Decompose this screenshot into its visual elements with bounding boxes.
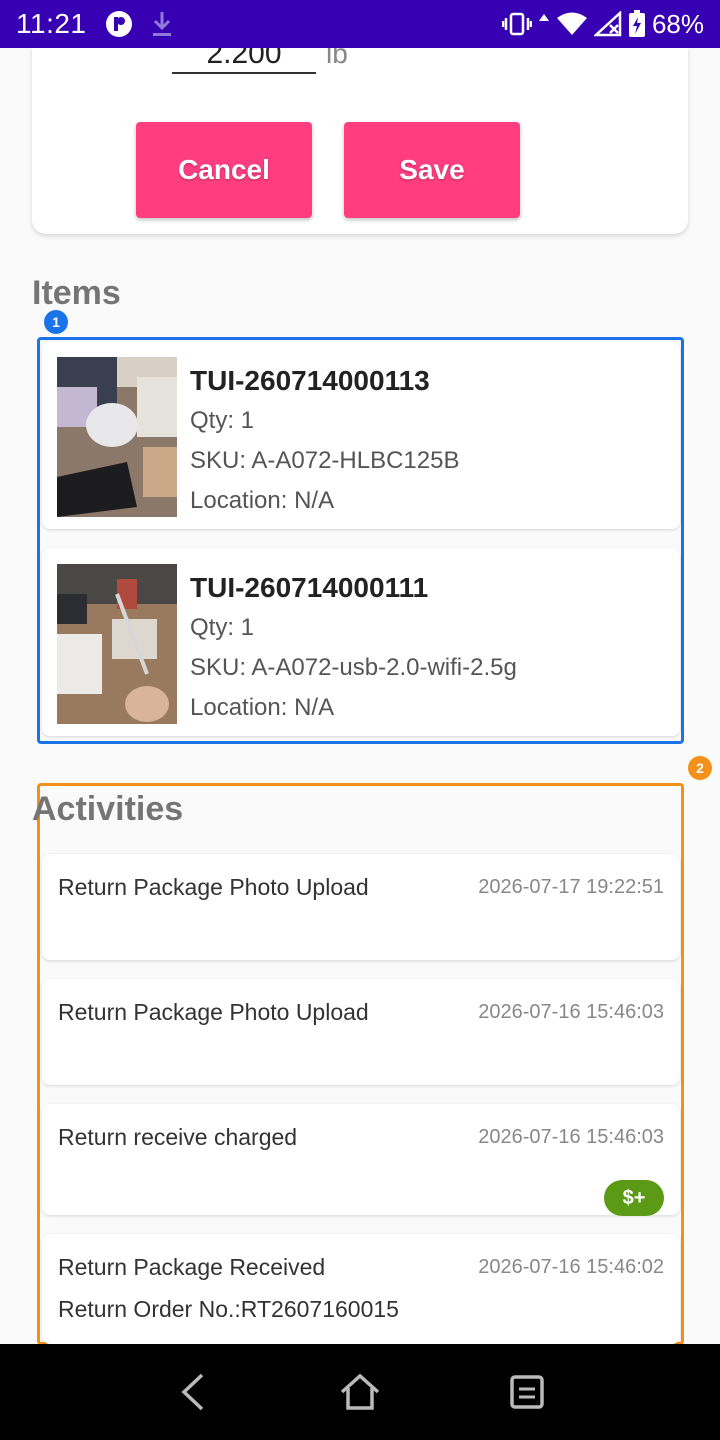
home-icon[interactable] bbox=[330, 1362, 390, 1422]
weight-row: 2.200 lb bbox=[172, 48, 348, 74]
item-id: TUI-260714000113 bbox=[190, 365, 430, 396]
activity-entry[interactable]: Return Package Photo Upload 2026-07-17 1… bbox=[42, 854, 680, 960]
activity-title: Return receive charged bbox=[58, 1124, 298, 1150]
network-badge: 5 bbox=[579, 23, 586, 37]
item-qty: Qty: 1 bbox=[190, 407, 255, 434]
status-time: 11:21 bbox=[16, 8, 87, 39]
status-bar: 11:21 5 68% bbox=[0, 0, 720, 48]
activity-subtitle: Return Order No.:RT2607160015 bbox=[58, 1296, 399, 1322]
activity-time: 2026-07-16 15:46:03 bbox=[478, 1126, 664, 1148]
weight-input[interactable]: 2.200 bbox=[172, 48, 316, 74]
item-details: TUI-260714000113 Qty: 1 SKU: A-A072-HLBC… bbox=[190, 361, 459, 521]
activity-title: Return Package Photo Upload bbox=[58, 999, 369, 1025]
cancel-button[interactable]: Cancel bbox=[136, 122, 312, 218]
activity-title: Return Package Photo Upload bbox=[58, 874, 369, 900]
download-icon bbox=[151, 10, 173, 38]
activities-section-title: Activities bbox=[32, 790, 184, 828]
wifi-icon: 5 bbox=[556, 11, 588, 37]
activity-time: 2026-07-17 19:22:51 bbox=[478, 876, 664, 898]
item-card[interactable]: TUI-260714000111 Qty: 1 SKU: A-A072-usb-… bbox=[42, 548, 680, 736]
signal-icon bbox=[593, 11, 622, 37]
item-sku: SKU: A-A072-usb-2.0-wifi-2.5g bbox=[190, 654, 517, 681]
activity-entry[interactable]: Return receive charged 2026-07-16 15:46:… bbox=[42, 1104, 680, 1216]
item-photo[interactable] bbox=[57, 357, 177, 517]
activities-marker: 2 bbox=[688, 756, 712, 780]
battery-percent: 68% bbox=[651, 8, 704, 39]
item-card[interactable]: TUI-260714000113 Qty: 1 SKU: A-A072-HLBC… bbox=[42, 341, 680, 529]
save-button[interactable]: Save bbox=[344, 122, 520, 218]
data-arrows-icon bbox=[538, 11, 550, 37]
activity-time: 2026-07-16 15:46:02 bbox=[478, 1256, 664, 1278]
activity-entry[interactable]: Return Package Received 2026-07-16 15:46… bbox=[42, 1234, 680, 1344]
items-section-title: Items bbox=[32, 274, 121, 312]
vibrate-icon bbox=[501, 11, 532, 37]
items-list: TUI-260714000113 Qty: 1 SKU: A-A072-HLBC… bbox=[37, 337, 684, 744]
item-details: TUI-260714000111 Qty: 1 SKU: A-A072-usb-… bbox=[190, 568, 517, 728]
app-notification-icon bbox=[105, 10, 133, 38]
activity-time: 2026-07-16 15:46:03 bbox=[478, 1001, 664, 1023]
item-sku: SKU: A-A072-HLBC125B bbox=[190, 447, 460, 474]
page-content: 2.200 lb Cancel Save Items 1 TUI-2607140… bbox=[0, 48, 720, 1344]
system-nav-bar bbox=[0, 1344, 720, 1440]
item-location: Location: N/A bbox=[190, 487, 335, 514]
activities-list: Return Package Photo Upload 2026-07-17 1… bbox=[37, 783, 684, 1344]
items-marker: 1 bbox=[44, 310, 68, 334]
charge-badge[interactable]: $+ bbox=[604, 1180, 664, 1216]
recents-icon[interactable] bbox=[497, 1362, 557, 1422]
weight-unit: lb bbox=[326, 48, 348, 69]
activity-title: Return Package Received bbox=[58, 1254, 326, 1280]
item-qty: Qty: 1 bbox=[190, 614, 255, 641]
item-photo[interactable] bbox=[57, 564, 177, 724]
activity-entry[interactable]: Return Package Photo Upload 2026-07-16 1… bbox=[42, 979, 680, 1085]
item-location: Location: N/A bbox=[190, 694, 335, 721]
battery-charging-icon bbox=[628, 10, 646, 38]
item-id: TUI-260714000111 bbox=[190, 572, 429, 603]
back-icon[interactable] bbox=[163, 1362, 223, 1422]
